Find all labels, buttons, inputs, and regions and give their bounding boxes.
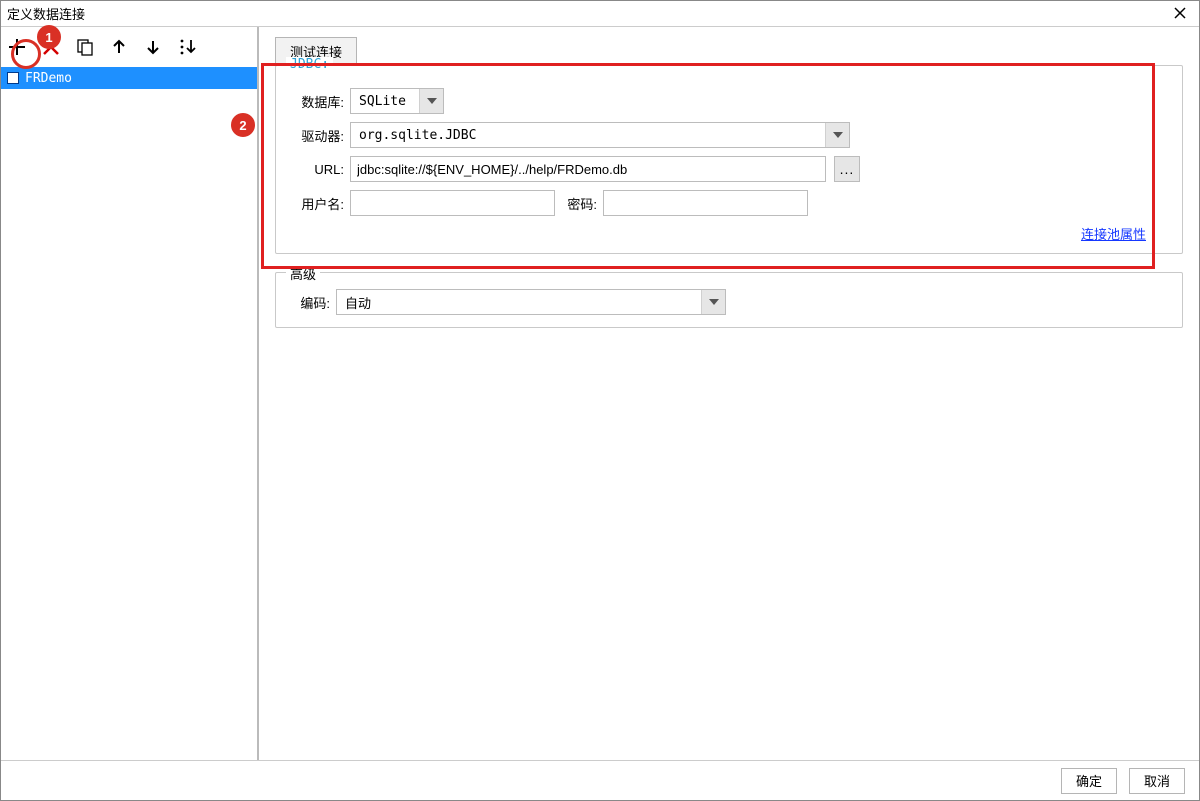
database-value: SQLite (351, 94, 419, 109)
dialog-body: FRDemo 测试连接 JDBC: 数据库: SQLite (1, 27, 1199, 760)
ok-button[interactable]: 确定 (1061, 768, 1117, 794)
dialog-window: 定义数据连接 (0, 0, 1200, 801)
password-label: 密码: (555, 194, 603, 213)
jdbc-legend: JDBC: (286, 57, 333, 72)
jdbc-panel: JDBC: 数据库: SQLite 驱动器: org.sqlite.JDBC (275, 65, 1183, 254)
database-select[interactable]: SQLite (350, 88, 444, 114)
connection-name: FRDemo (25, 71, 72, 86)
pool-properties-link[interactable]: 连接池属性 (1081, 227, 1146, 242)
pool-link-row: 连接池属性 (288, 224, 1170, 243)
dialog-footer: 确定 取消 (1, 760, 1199, 800)
annotation-badge-2: 2 (231, 113, 255, 137)
row-encoding: 编码: 自动 (288, 289, 1170, 315)
database-label: 数据库: (288, 92, 350, 111)
left-pane: FRDemo (1, 27, 259, 760)
move-up-button[interactable] (107, 35, 131, 59)
advanced-legend: 高级 (286, 264, 320, 283)
driver-value: org.sqlite.JDBC (351, 128, 825, 143)
row-database: 数据库: SQLite (288, 88, 1170, 114)
chevron-down-icon (419, 89, 443, 113)
cancel-button[interactable]: 取消 (1129, 768, 1185, 794)
encoding-label: 编码: (288, 293, 336, 312)
url-browse-button[interactable]: ... (834, 156, 860, 182)
row-credentials: 用户名: 密码: (288, 190, 1170, 216)
window-title: 定义数据连接 (7, 4, 1167, 23)
connection-icon (7, 72, 19, 84)
row-url: URL: ... (288, 156, 1170, 182)
username-label: 用户名: (288, 194, 350, 213)
encoding-select[interactable]: 自动 (336, 289, 726, 315)
copy-button[interactable] (73, 35, 97, 59)
advanced-panel: 高级 编码: 自动 (275, 272, 1183, 328)
username-input[interactable] (350, 190, 555, 216)
encoding-value: 自动 (337, 293, 701, 312)
annotation-badge-1: 1 (37, 25, 61, 49)
driver-label: 驱动器: (288, 126, 350, 145)
connection-list-item[interactable]: FRDemo (1, 67, 257, 89)
password-input[interactable] (603, 190, 808, 216)
row-driver: 驱动器: org.sqlite.JDBC (288, 122, 1170, 148)
title-bar: 定义数据连接 (1, 1, 1199, 27)
move-down-button[interactable] (141, 35, 165, 59)
url-input[interactable] (350, 156, 826, 182)
url-label: URL: (288, 162, 350, 177)
sort-button[interactable] (175, 35, 199, 59)
right-pane: 测试连接 JDBC: 数据库: SQLite 驱动器: org.sqlite.J… (259, 27, 1199, 760)
chevron-down-icon (701, 290, 725, 314)
close-icon[interactable] (1167, 3, 1193, 25)
annotation-ring-1 (11, 39, 41, 69)
driver-select[interactable]: org.sqlite.JDBC (350, 122, 850, 148)
tab-row: 测试连接 (275, 37, 1183, 65)
chevron-down-icon (825, 123, 849, 147)
